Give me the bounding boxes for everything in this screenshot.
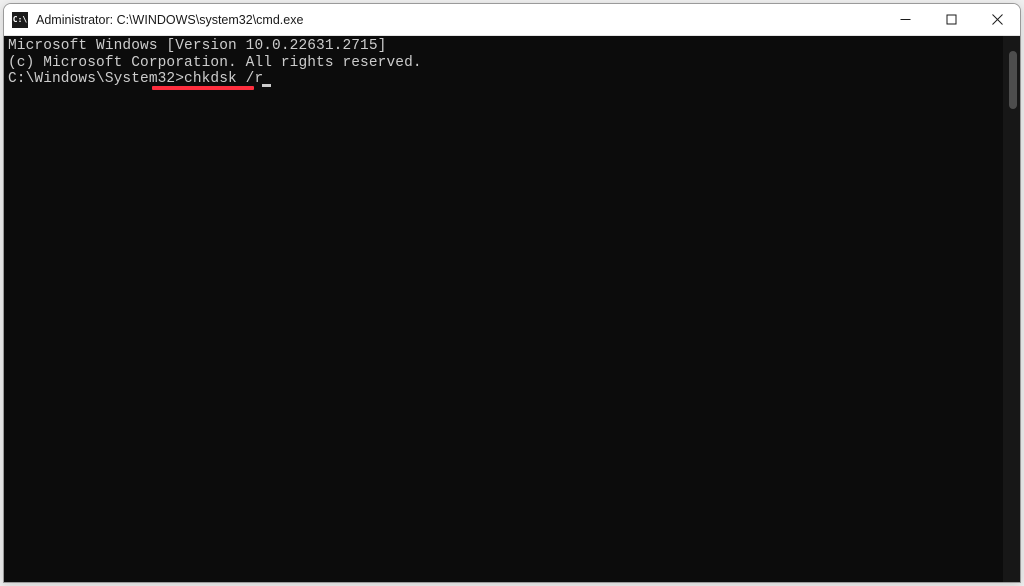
terminal-prompt-line: C:\Windows\System32>chkdsk /r <box>8 71 271 88</box>
terminal-content: Microsoft Windows [Version 10.0.22631.27… <box>4 36 1020 90</box>
text-cursor <box>262 84 271 87</box>
window-title: Administrator: C:\WINDOWS\system32\cmd.e… <box>36 13 882 27</box>
annotation-underline <box>152 86 254 90</box>
terminal-output-line-1: Microsoft Windows [Version 10.0.22631.27… <box>8 38 1016 55</box>
terminal-area[interactable]: Microsoft Windows [Version 10.0.22631.27… <box>4 36 1020 582</box>
cmd-icon: C:\ <box>12 12 28 28</box>
scrollbar-thumb[interactable] <box>1009 51 1017 109</box>
titlebar[interactable]: C:\ Administrator: C:\WINDOWS\system32\c… <box>4 4 1020 36</box>
close-button[interactable] <box>974 4 1020 35</box>
prompt-text: C:\Windows\System32> <box>8 71 184 87</box>
command-text: chkdsk /r <box>184 71 263 87</box>
window-controls <box>882 4 1020 35</box>
cmd-icon-text: C:\ <box>13 16 27 24</box>
maximize-button[interactable] <box>928 4 974 35</box>
close-icon <box>992 14 1003 25</box>
vertical-scrollbar[interactable] <box>1003 36 1020 582</box>
cmd-window: C:\ Administrator: C:\WINDOWS\system32\c… <box>3 3 1021 583</box>
minimize-icon <box>900 14 911 25</box>
terminal-output-line-2: (c) Microsoft Corporation. All rights re… <box>8 55 1016 72</box>
minimize-button[interactable] <box>882 4 928 35</box>
maximize-icon <box>946 14 957 25</box>
